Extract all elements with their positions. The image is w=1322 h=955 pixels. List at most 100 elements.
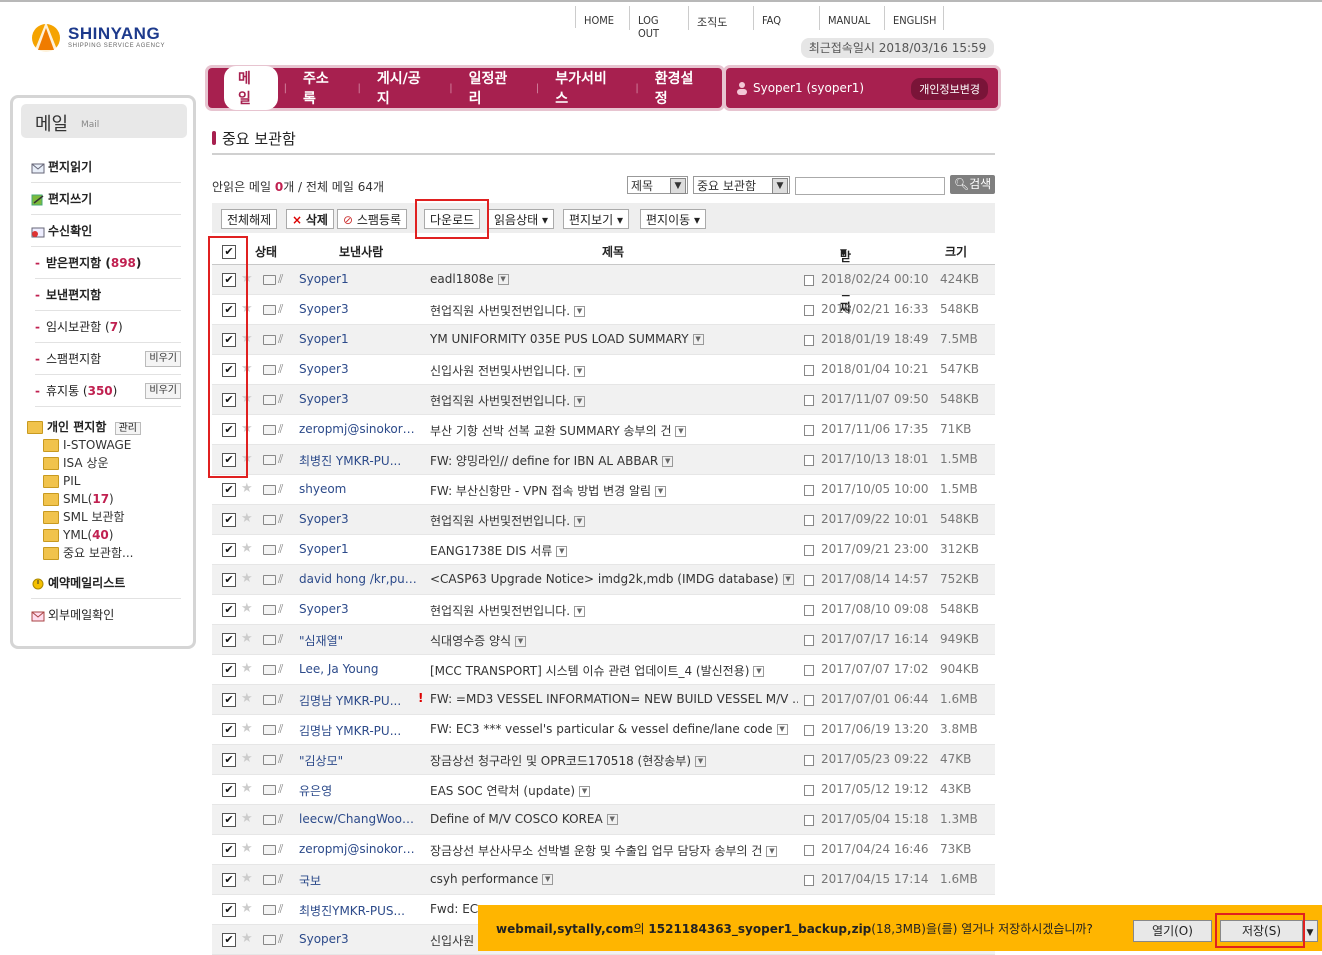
edit-profile-button[interactable]: 개인정보변경 xyxy=(911,78,988,100)
row-subject[interactable]: 식대영수증 양식 ▼ xyxy=(430,632,527,649)
row-subject[interactable]: 현업직원 사번및전번입니다. ▼ xyxy=(430,602,586,619)
table-row[interactable]: ✔ ★ ⫽ 김명남 YMKR-PU... FW: EC3 *** vessel's pa… xyxy=(212,715,995,745)
delete-button[interactable]: × 삭제 xyxy=(286,209,334,229)
preview-dropdown-icon[interactable]: ▼ xyxy=(556,546,568,557)
preview-dropdown-icon[interactable]: ▼ xyxy=(695,756,707,767)
sidebar-item-drafts[interactable]: - 임시보관함 (7) xyxy=(35,312,181,343)
preview-dropdown-icon[interactable]: ▼ xyxy=(574,516,586,527)
star-icon[interactable]: ★ xyxy=(241,751,253,766)
row-subject[interactable]: Define of M/V COSCO KOREA ▼ xyxy=(430,812,618,826)
row-sender[interactable]: shyeom xyxy=(299,482,417,496)
sidebar-item-trash[interactable]: - 휴지통 (350) 비우기 xyxy=(35,376,181,407)
sidebar-item-inbox[interactable]: - 받은편지함 (898) xyxy=(35,248,181,279)
preview-dropdown-icon[interactable]: ▼ xyxy=(662,456,674,467)
sidebar-item-sent[interactable]: - 보낸편지함 xyxy=(35,280,181,311)
row-sender[interactable]: "심재열" xyxy=(299,632,417,649)
nav-board[interactable]: 게시/공지 xyxy=(361,68,449,108)
row-sender[interactable]: 유은영 xyxy=(299,782,417,799)
row-subject[interactable]: 현업직원 사번및전번입니다. ▼ xyxy=(430,302,586,319)
memo-icon[interactable] xyxy=(804,665,814,676)
memo-icon[interactable] xyxy=(804,575,814,586)
preview-dropdown-icon[interactable]: ▼ xyxy=(753,666,765,677)
preview-dropdown-icon[interactable]: ▼ xyxy=(655,486,667,497)
table-row[interactable]: ✔ ★ ⫽ "김상모" 장금상선 청구라인 및 OPR코드170518 (현장송부) ▼ 2… xyxy=(212,745,995,775)
view-mail-button[interactable]: 편지보기 ▾ xyxy=(563,209,630,229)
memo-icon[interactable] xyxy=(804,425,814,436)
table-row[interactable]: ✔ ★ ⫽ shyeom FW: 부산신항만 - VPN 접속 방법 변경 알림 ▼ 201… xyxy=(212,475,995,505)
preview-dropdown-icon[interactable]: ▼ xyxy=(579,786,591,797)
table-row[interactable]: ✔ ★ ⫽ leecw/ChangWoo,... Define of M/V COSCO… xyxy=(212,805,995,835)
row-subject[interactable]: 현업직원 사번및전번입니다. ▼ xyxy=(430,512,586,529)
col-sender[interactable]: 보낸사람 xyxy=(339,243,383,260)
open-button[interactable]: 열기(O) xyxy=(1133,920,1212,942)
row-sender[interactable]: Syoper3 xyxy=(299,362,417,376)
preview-dropdown-icon[interactable]: ▼ xyxy=(776,724,788,735)
preview-dropdown-icon[interactable]: ▼ xyxy=(675,426,687,437)
empty-trash-button[interactable]: 비우기 xyxy=(145,383,181,399)
table-row[interactable]: ✔ ★ ⫽ Syoper1 YM UNIFORMITY 035E PUS LOAD SU… xyxy=(212,325,995,355)
row-subject[interactable]: csyh performance ▼ xyxy=(430,872,554,886)
row-sender[interactable]: Syoper3 xyxy=(299,602,417,616)
folder-item[interactable]: I-STOWAGE xyxy=(43,436,131,454)
row-checkbox[interactable]: ✔ xyxy=(222,843,236,857)
star-icon[interactable]: ★ xyxy=(241,811,253,826)
row-sender[interactable]: leecw/ChangWoo,... xyxy=(299,812,417,826)
sidebar-item-read[interactable]: 편지읽기 xyxy=(31,152,181,183)
row-checkbox[interactable]: ✔ xyxy=(222,663,236,677)
row-subject[interactable]: FW: EC3 *** vessel's particular & vessel… xyxy=(430,722,788,736)
col-subject[interactable]: 제목 xyxy=(602,243,624,260)
star-icon[interactable]: ★ xyxy=(241,871,253,886)
table-row[interactable]: ✔ ★ ⫽ Lee, Ja Young [MCC TRANSPORT] 시스템 이슈 관… xyxy=(212,655,995,685)
row-sender[interactable]: Syoper3 xyxy=(299,302,417,316)
row-sender[interactable]: Syoper3 xyxy=(299,392,417,406)
row-subject[interactable]: FW: 부산신항만 - VPN 접속 방법 변경 알림 ▼ xyxy=(430,482,667,499)
row-subject[interactable]: [MCC TRANSPORT] 시스템 이슈 관련 업데이트_4 (발신전용) ▼ xyxy=(430,662,765,679)
move-mail-button[interactable]: 편지이동 ▾ xyxy=(640,209,707,229)
star-icon[interactable]: ★ xyxy=(241,511,253,526)
memo-icon[interactable] xyxy=(804,335,814,346)
row-sender[interactable]: zeropmj@sinokor,... xyxy=(299,422,417,436)
memo-icon[interactable] xyxy=(804,875,814,886)
row-subject[interactable]: eadl1808e ▼ xyxy=(430,272,509,286)
memo-icon[interactable] xyxy=(804,275,814,286)
preview-dropdown-icon[interactable]: ▼ xyxy=(606,814,618,825)
preview-dropdown-icon[interactable]: ▼ xyxy=(515,636,527,647)
folder-item[interactable]: ISA 상운 xyxy=(43,454,108,472)
memo-icon[interactable] xyxy=(804,725,814,736)
memo-icon[interactable] xyxy=(804,635,814,646)
deselect-all-button[interactable]: 전체해제 xyxy=(221,209,278,229)
star-icon[interactable]: ★ xyxy=(241,691,253,706)
row-subject[interactable]: 장금상선 청구라인 및 OPR코드170518 (현장송부) ▼ xyxy=(430,752,707,769)
row-subject[interactable]: FW: 양밍라인// define for IBN AL ABBAR ▼ xyxy=(430,452,674,469)
folder-item[interactable]: SML 보관함 xyxy=(43,508,125,526)
row-sender[interactable]: zeropmj@sinokor,... xyxy=(299,842,417,856)
preview-dropdown-icon[interactable]: ▼ xyxy=(782,574,794,585)
row-subject[interactable]: 신입사원 전번및사번입니다. ▼ xyxy=(430,362,586,379)
memo-icon[interactable] xyxy=(804,815,814,826)
nav-addressbook[interactable]: 주소록 xyxy=(287,68,357,108)
row-checkbox[interactable]: ✔ xyxy=(222,783,236,797)
row-checkbox[interactable]: ✔ xyxy=(222,723,236,737)
memo-icon[interactable] xyxy=(804,515,814,526)
search-input[interactable] xyxy=(795,177,945,195)
memo-icon[interactable] xyxy=(804,395,814,406)
folder-item[interactable]: 중요 보관함... xyxy=(43,544,133,562)
table-row[interactable]: ✔ ★ ⫽ 유은영 EAS SOC 연락처 (update) ▼ 2017/05/12 19… xyxy=(212,775,995,805)
star-icon[interactable]: ★ xyxy=(241,841,253,856)
row-sender[interactable]: 최병진YMKR-PUS... xyxy=(299,902,417,919)
table-row[interactable]: ✔ ★ ⫽ zeropmj@sinokor,... 장금상선 부산사무소 선박별 운항 … xyxy=(212,835,995,865)
memo-icon[interactable] xyxy=(804,545,814,556)
table-row[interactable]: ✔ ★ ⫽ Syoper1 EANG1738E DIS 서류 ▼ 2017/09/21 23… xyxy=(212,535,995,565)
row-subject[interactable]: 장금상선 부산사무소 선박별 운항 및 수출입 업무 담당자 송부의 건 ▼ xyxy=(430,842,778,859)
table-row[interactable]: ✔ ★ ⫽ Syoper3 현업직원 사번및전번입니다. ▼ 2018/02/21 16:3… xyxy=(212,295,995,325)
memo-icon[interactable] xyxy=(804,785,814,796)
row-checkbox[interactable]: ✔ xyxy=(222,603,236,617)
row-checkbox[interactable]: ✔ xyxy=(222,933,236,947)
row-checkbox[interactable]: ✔ xyxy=(222,483,236,497)
memo-icon[interactable] xyxy=(804,305,814,316)
sidebar-item-receipt[interactable]: 수신확인 xyxy=(31,216,181,247)
star-icon[interactable]: ★ xyxy=(241,541,253,556)
table-row[interactable]: ✔ ★ ⫽ Syoper3 현업직원 사번및전번입니다. ▼ 2017/09/22 10:0… xyxy=(212,505,995,535)
logout-link[interactable]: LOG OUT xyxy=(630,6,689,40)
preview-dropdown-icon[interactable]: ▼ xyxy=(574,606,586,617)
